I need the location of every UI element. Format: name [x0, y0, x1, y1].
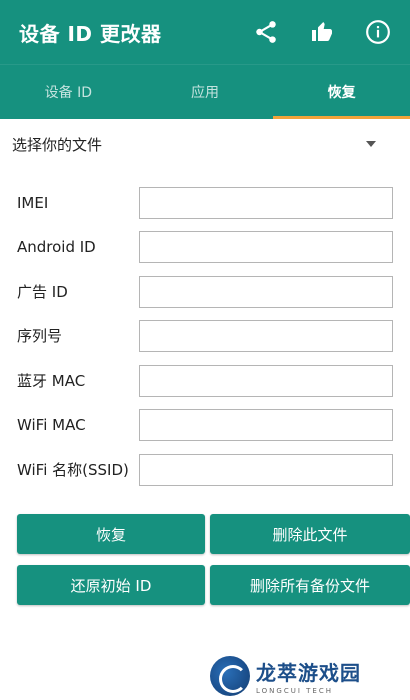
field-row-android-id: Android ID: [0, 230, 410, 263]
ad-id-input[interactable]: [139, 275, 393, 308]
imei-label: IMEI: [17, 193, 49, 212]
wifi-mac-label: WiFi MAC: [17, 415, 86, 434]
reset-initial-id-button[interactable]: 还原初始 ID: [17, 565, 205, 605]
field-row-imei: IMEI: [0, 186, 410, 219]
watermark: 龙萃游戏园 LONGCUI TECH: [210, 652, 410, 700]
imei-input[interactable]: [139, 186, 393, 219]
field-row-ad-id: 广告 ID: [0, 275, 410, 308]
app-title: 设备 ID 更改器: [19, 21, 162, 46]
field-row-wifi-mac: WiFi MAC: [0, 408, 410, 441]
share-icon[interactable]: [248, 14, 284, 50]
field-row-wifi-ssid: WiFi 名称(SSID): [0, 453, 410, 486]
bluetooth-mac-input[interactable]: [139, 364, 393, 397]
ad-id-label: 广告 ID: [17, 283, 68, 301]
serial-label: 序列号: [17, 327, 63, 345]
file-select-label: 选择你的文件: [12, 135, 103, 154]
wifi-ssid-input[interactable]: [139, 453, 393, 486]
tab-apps[interactable]: 应用: [137, 65, 274, 119]
watermark-logo-icon: [210, 656, 250, 696]
tab-restore[interactable]: 恢复: [273, 65, 410, 119]
watermark-name: 龙萃游戏园: [256, 661, 361, 685]
tab-device-id[interactable]: 设备 ID: [0, 65, 137, 119]
file-select-dropdown[interactable]: 选择你的文件: [0, 119, 410, 169]
chevron-down-icon: [366, 141, 376, 147]
restore-button[interactable]: 恢复: [17, 514, 205, 554]
delete-all-backups-button[interactable]: 删除所有备份文件: [210, 565, 410, 605]
delete-file-button[interactable]: 删除此文件: [210, 514, 410, 554]
tab-bar: 设备 ID 应用 恢复: [0, 64, 410, 119]
field-row-serial: 序列号: [0, 319, 410, 352]
android-id-label: Android ID: [17, 237, 96, 256]
thumbs-up-icon[interactable]: [304, 14, 340, 50]
watermark-sub: LONGCUI TECH: [256, 687, 333, 695]
info-icon[interactable]: [360, 14, 396, 50]
field-row-bluetooth-mac: 蓝牙 MAC: [0, 364, 410, 397]
wifi-ssid-label: WiFi 名称(SSID): [17, 461, 129, 479]
wifi-mac-input[interactable]: [139, 408, 393, 441]
restore-panel: 选择你的文件 IMEI Android ID 广告 ID 序列号 蓝牙 MAC …: [0, 119, 410, 700]
app-bar: 设备 ID 更改器: [0, 0, 410, 64]
bluetooth-mac-label: 蓝牙 MAC: [17, 372, 86, 390]
watermark-text: 龙萃游戏园 LONGCUI TECH: [256, 657, 361, 695]
android-id-input[interactable]: [139, 230, 393, 263]
serial-input[interactable]: [139, 319, 393, 352]
